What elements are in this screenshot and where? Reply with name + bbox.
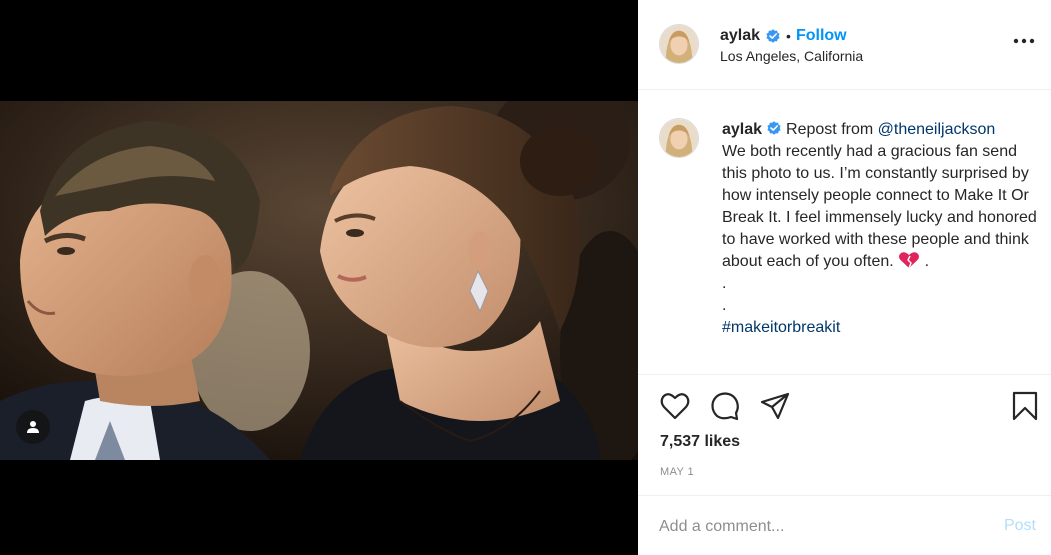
post-date[interactable]: MAY 1 bbox=[660, 466, 694, 478]
caption-body: We both recently had a gracious fan send… bbox=[722, 143, 1037, 270]
instagram-post: aylak • Follow Los Angeles, California a… bbox=[0, 0, 1051, 555]
caption-text: aylak Repost from @theneiljackson We both… bbox=[722, 119, 1037, 339]
verified-badge-icon bbox=[767, 121, 781, 135]
caption-section: aylak Repost from @theneiljackson We both… bbox=[638, 91, 1051, 375]
photo-illustration bbox=[0, 101, 638, 460]
avatar-image bbox=[660, 25, 698, 63]
likes-count[interactable]: 7,537 likes bbox=[660, 433, 740, 451]
caption-username-link[interactable]: aylak bbox=[722, 121, 762, 138]
comment-button[interactable] bbox=[708, 389, 742, 423]
follow-separator: • bbox=[786, 28, 791, 44]
caption-dot-1: . bbox=[722, 275, 727, 292]
follow-button[interactable]: Follow bbox=[796, 27, 847, 45]
repost-prefix: Repost from bbox=[786, 121, 878, 138]
more-options-icon[interactable] bbox=[1013, 32, 1035, 52]
post-photo[interactable] bbox=[0, 101, 638, 460]
share-button[interactable] bbox=[758, 389, 792, 423]
verified-badge-icon bbox=[766, 29, 780, 43]
comment-form: Post bbox=[638, 497, 1051, 555]
hashtag-link[interactable]: #makeitorbreakit bbox=[722, 319, 840, 336]
bookmark-icon bbox=[1012, 391, 1038, 421]
comment-icon bbox=[711, 392, 739, 421]
share-icon bbox=[760, 392, 790, 420]
location-link[interactable]: Los Angeles, California bbox=[720, 48, 863, 64]
mention-link[interactable]: @theneiljackson bbox=[878, 121, 996, 138]
header-names: aylak • Follow Los Angeles, California bbox=[720, 26, 863, 64]
person-icon bbox=[27, 421, 39, 433]
post-side-panel: aylak • Follow Los Angeles, California a… bbox=[638, 0, 1051, 555]
caption-trail: . bbox=[920, 253, 930, 270]
post-media bbox=[0, 0, 638, 555]
comment-input[interactable] bbox=[659, 516, 979, 538]
heart-emoji-icon bbox=[899, 252, 920, 269]
username-link[interactable]: aylak bbox=[720, 27, 760, 45]
like-button[interactable] bbox=[658, 389, 692, 423]
ellipsis-icon bbox=[1013, 38, 1035, 44]
post-comment-button[interactable]: Post bbox=[1004, 517, 1036, 535]
tagged-people-button[interactable] bbox=[16, 410, 50, 444]
post-actions: 7,537 likes MAY 1 bbox=[638, 376, 1051, 496]
caption-avatar[interactable] bbox=[659, 118, 699, 158]
caption-dot-2: . bbox=[722, 297, 727, 314]
heart-icon bbox=[660, 393, 690, 420]
save-button[interactable] bbox=[1008, 389, 1042, 423]
avatar-image bbox=[660, 119, 698, 157]
avatar[interactable] bbox=[659, 24, 699, 64]
post-header: aylak • Follow Los Angeles, California bbox=[638, 0, 1051, 90]
header-top-row: aylak • Follow bbox=[720, 26, 863, 46]
